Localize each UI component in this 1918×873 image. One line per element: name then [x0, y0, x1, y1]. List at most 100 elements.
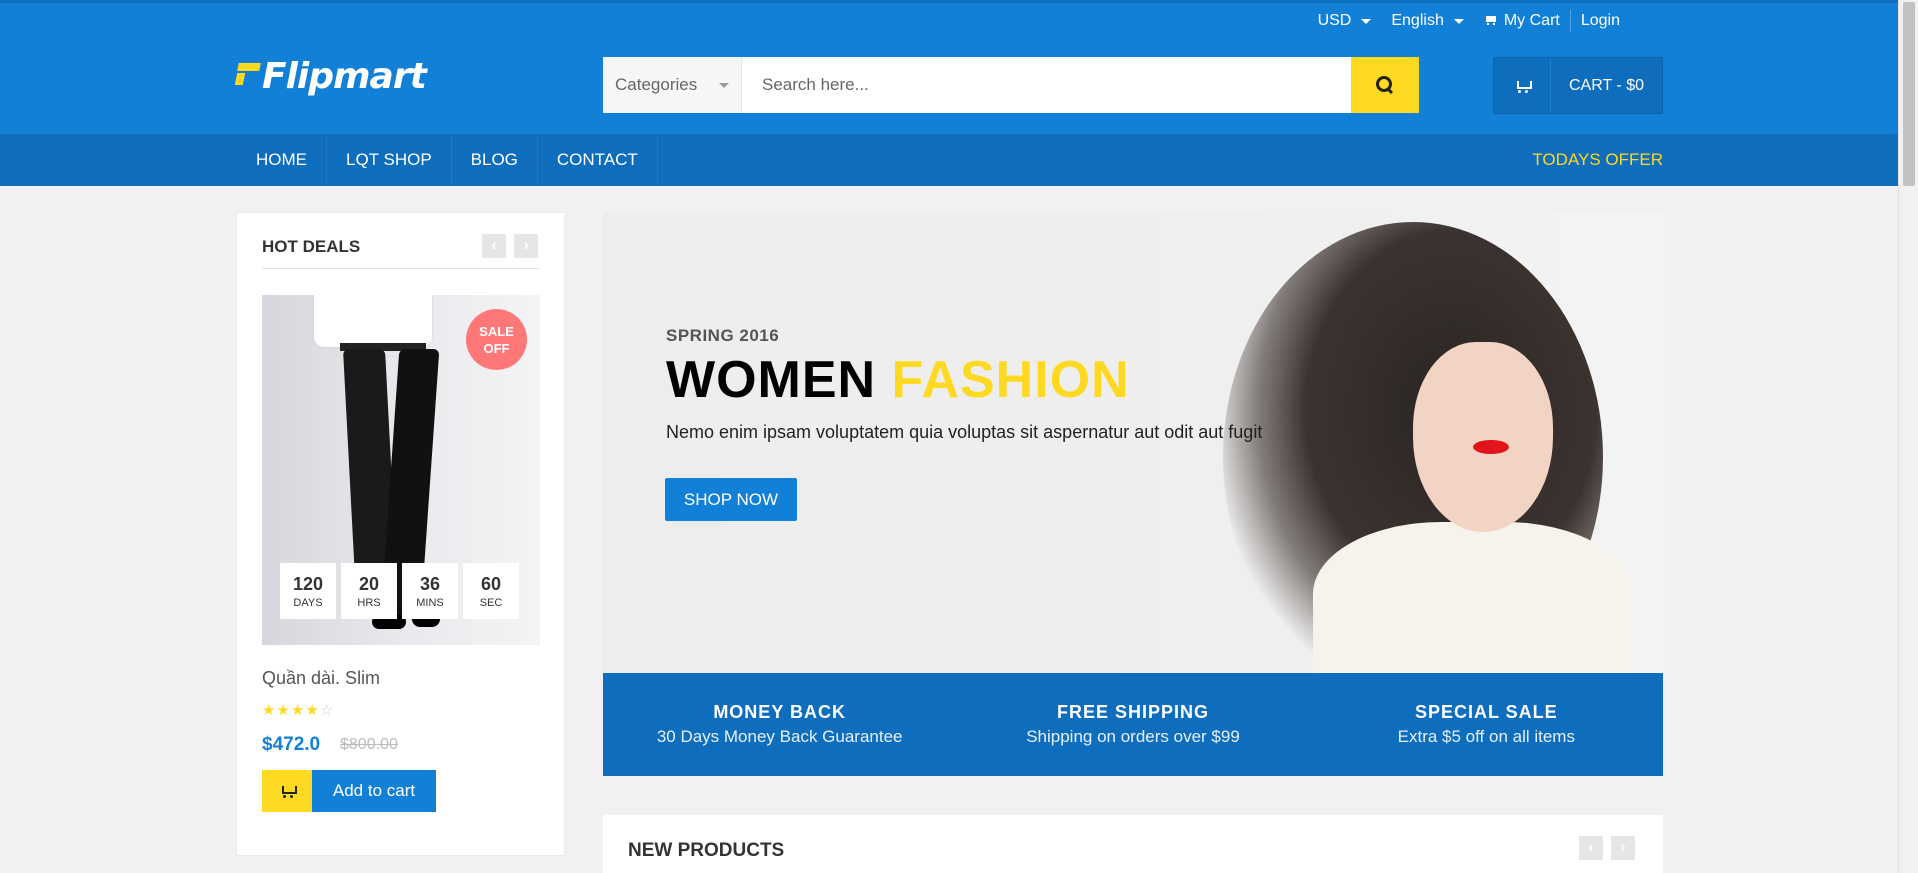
cart-button[interactable]: CART - $0	[1493, 57, 1663, 114]
timer-hours-unit: HRS	[357, 596, 381, 609]
product-image-shirt	[314, 295, 432, 347]
top-links: USD English My Cart Login	[1308, 10, 1630, 32]
timer-minutes-unit: MINS	[416, 596, 444, 609]
star-filled-icon: ★	[305, 702, 319, 719]
new-products-section: NEW PRODUCTS ‹ ›	[603, 815, 1663, 873]
scrollbar-thumb[interactable]	[1903, 2, 1915, 186]
star-filled-icon: ★	[262, 702, 276, 719]
hero-model-lips	[1473, 440, 1509, 454]
logo-text: Flipmart	[262, 56, 427, 97]
sale-badge-line1: SALE	[479, 323, 514, 339]
cart-icon-box	[1494, 58, 1551, 113]
star-empty-icon: ☆	[319, 702, 334, 719]
cart-total: CART - $0	[1569, 76, 1644, 94]
timer-days-unit: DAYS	[293, 596, 323, 609]
next-arrow-icon[interactable]: ›	[514, 234, 538, 258]
hero-banner: SPRING 2016 WOMEN FASHION Nemo enim ipsa…	[603, 212, 1663, 673]
chevron-down-icon	[719, 83, 729, 88]
login-label: Login	[1580, 12, 1620, 29]
divider	[262, 268, 540, 269]
language-dropdown[interactable]: English	[1381, 10, 1473, 32]
hero-title-part1: WOMEN	[666, 351, 877, 409]
category-select[interactable]: Categories	[603, 57, 742, 113]
features-bar: MONEY BACK 30 Days Money Back Guarantee …	[603, 673, 1663, 776]
header: USD English My Cart Login Flipmart Categ…	[0, 0, 1898, 186]
feature-free-shipping-title: FREE SHIPPING	[1056, 702, 1209, 722]
feature-special-sale: SPECIAL SALE Extra $5 off on all items	[1310, 673, 1663, 776]
star-filled-icon: ★	[290, 702, 305, 719]
hot-deals-title: HOT DEALS	[262, 237, 361, 256]
feature-special-sale-desc: Extra $5 off on all items	[1397, 727, 1575, 746]
page: USD English My Cart Login Flipmart Categ…	[0, 0, 1918, 873]
sale-badge: SALE OFF	[466, 309, 527, 370]
login-link[interactable]: Login	[1569, 10, 1630, 32]
logo[interactable]: Flipmart	[236, 56, 427, 97]
scrollbar[interactable]	[1898, 0, 1918, 873]
product-name[interactable]: Quần dài. Slim	[262, 668, 380, 689]
countdown-timer: 120 DAYS 20 HRS 36 MINS 60 SEC	[280, 563, 519, 619]
timer-days: 120 DAYS	[280, 563, 336, 619]
timer-seconds-unit: SEC	[479, 596, 503, 609]
hero-title: WOMEN FASHION	[666, 350, 1130, 410]
next-arrow-icon[interactable]: ›	[1611, 836, 1635, 860]
product-image[interactable]: SALE OFF 120 DAYS 20 HRS 36 MINS 60 SEC	[262, 295, 540, 645]
new-products-arrows: ‹ ›	[1579, 836, 1635, 860]
hero-model-face	[1413, 342, 1553, 532]
nav-item-home[interactable]: HOME	[236, 134, 327, 186]
cart-icon	[1514, 79, 1532, 93]
feature-special-sale-title: SPECIAL SALE	[1414, 702, 1558, 722]
feature-money-back-title: MONEY BACK	[713, 702, 846, 722]
sale-badge-line2: OFF	[483, 340, 510, 356]
add-to-cart-label[interactable]: Add to cart	[312, 770, 436, 812]
logo-mark-icon	[236, 59, 260, 95]
language-label: English	[1391, 12, 1444, 29]
star-filled-icon: ★	[276, 702, 290, 719]
my-cart-link[interactable]: My Cart	[1474, 10, 1570, 32]
header-top-border	[0, 0, 1898, 3]
prev-arrow-icon[interactable]: ‹	[482, 234, 506, 258]
search-icon	[1376, 76, 1394, 94]
nav-list: HOME LQT SHOP BLOG CONTACT	[236, 134, 658, 186]
timer-seconds-value: 60	[480, 573, 502, 594]
nav-item-lqt-shop[interactable]: LQT SHOP	[327, 134, 452, 186]
add-to-cart-button[interactable]: Add to cart	[262, 770, 436, 812]
prev-arrow-icon[interactable]: ‹	[1579, 836, 1603, 860]
shop-now-button[interactable]: SHOP NOW	[665, 478, 797, 521]
nav-item-contact[interactable]: CONTACT	[538, 134, 658, 186]
hero-text: Nemo enim ipsam voluptatem quia voluptas…	[666, 422, 1263, 442]
feature-free-shipping: FREE SHIPPING Shipping on orders over $9…	[956, 673, 1309, 776]
search-input[interactable]	[742, 57, 1351, 113]
currency-label: USD	[1317, 12, 1352, 29]
chevron-down-icon	[1361, 18, 1372, 24]
timer-seconds: 60 SEC	[463, 563, 519, 619]
hot-deals-widget: HOT DEALS ‹ › SALE OFF 120 DAYS 20 HRS 3…	[236, 212, 565, 856]
product-price: $472.0	[262, 734, 321, 755]
todays-offer-link[interactable]: TODAYS OFFER	[1532, 134, 1663, 186]
cart-icon	[1484, 15, 1498, 27]
nav-item-blog[interactable]: BLOG	[452, 134, 538, 186]
feature-money-back-desc: 30 Days Money Back Guarantee	[656, 727, 903, 746]
main-nav: HOME LQT SHOP BLOG CONTACT TODAYS OFFER	[0, 134, 1898, 186]
search-bar: Categories	[603, 57, 1419, 113]
add-to-cart-icon-box[interactable]	[262, 770, 312, 812]
category-select-label: Categories	[615, 75, 698, 94]
search-button[interactable]	[1351, 57, 1419, 113]
new-products-title: NEW PRODUCTS	[628, 840, 785, 861]
rating-stars: ★ ★ ★ ★ ☆	[262, 701, 333, 719]
my-cart-label: My Cart	[1503, 12, 1560, 29]
product-old-price: $800.00	[340, 736, 398, 753]
currency-dropdown[interactable]: USD	[1308, 10, 1382, 32]
cart-icon	[279, 784, 297, 798]
timer-hours: 20 HRS	[341, 563, 397, 619]
timer-minutes-value: 36	[419, 573, 441, 594]
feature-free-shipping-desc: Shipping on orders over $99	[1026, 727, 1240, 746]
timer-minutes: 36 MINS	[402, 563, 458, 619]
feature-money-back: MONEY BACK 30 Days Money Back Guarantee	[603, 673, 956, 776]
hero-subtitle: SPRING 2016	[666, 326, 780, 345]
timer-hours-value: 20	[358, 573, 380, 594]
timer-days-value: 120	[292, 573, 324, 594]
hero-title-part2: FASHION	[891, 351, 1130, 409]
chevron-down-icon	[1453, 18, 1464, 24]
hero-model-coat	[1313, 522, 1633, 673]
hot-deals-arrows: ‹ ›	[482, 234, 538, 258]
